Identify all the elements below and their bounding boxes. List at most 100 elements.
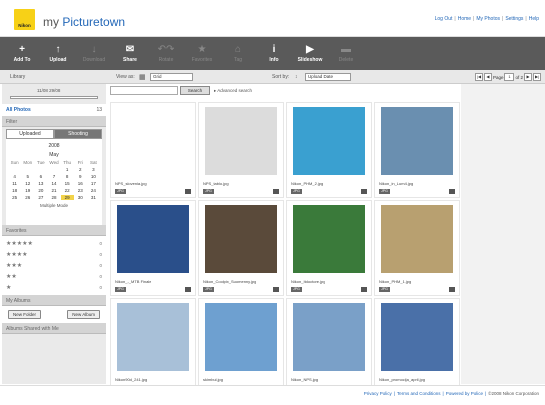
all-photos-item[interactable]: All Photos 13	[2, 104, 106, 116]
help-link[interactable]: Help	[529, 16, 539, 22]
photo-thumbnail[interactable]	[205, 205, 277, 273]
calendar-day[interactable]: 31	[87, 195, 100, 200]
add-to-button[interactable]: + Add To	[4, 37, 40, 70]
calendar-day[interactable]: 28	[47, 195, 60, 200]
calendar-day[interactable]: 10	[87, 174, 100, 179]
favorite-rating-row[interactable]: ★★★ 0	[6, 260, 102, 271]
calendar-day[interactable]: 13	[34, 181, 47, 186]
photo-tile[interactable]: NPS_slovenia.jpg JPG	[110, 102, 196, 198]
photo-thumbnail[interactable]	[381, 107, 453, 175]
calendar-day[interactable]: 5	[21, 174, 34, 179]
calendar-day[interactable]: 25	[8, 195, 21, 200]
info-button[interactable]: i Info	[256, 37, 292, 70]
settings-link[interactable]: Settings	[505, 16, 523, 22]
comment-icon[interactable]	[361, 189, 367, 194]
share-button[interactable]: ✉ Share	[112, 37, 148, 70]
upload-button[interactable]: ↑ Upload	[40, 37, 76, 70]
calendar-day[interactable]: 20	[34, 188, 47, 193]
calendar-day[interactable]: 24	[87, 188, 100, 193]
calendar-day[interactable]: 29	[60, 195, 74, 200]
calendar-day[interactable]: 18	[8, 188, 21, 193]
calendar-day[interactable]: 9	[74, 174, 87, 179]
calendar-day[interactable]: 7	[47, 174, 60, 179]
photo-thumbnail[interactable]	[381, 303, 453, 371]
calendar-day[interactable]: 15	[61, 181, 74, 186]
photo-thumbnail[interactable]	[117, 303, 189, 371]
calendar-day[interactable]: 23	[74, 188, 87, 193]
calendar-day[interactable]: 26	[21, 195, 34, 200]
favorites-button[interactable]: ★ Favorites	[184, 37, 220, 70]
calendar-day[interactable]: 3	[87, 167, 100, 172]
home-link[interactable]: Home	[458, 16, 471, 22]
slideshow-button[interactable]: ▶ Slideshow	[292, 37, 328, 70]
photo-tile[interactable]: Nikon_PHM_1.jpg JPG	[374, 200, 460, 296]
next-page-icon[interactable]: ▶	[524, 73, 532, 81]
calendar-day[interactable]: 2	[74, 167, 87, 172]
photo-tile[interactable]: NPS_tablo.jpg JPG	[198, 102, 284, 198]
photo-thumbnail[interactable]	[293, 303, 365, 371]
page-input[interactable]: 1	[504, 73, 515, 81]
calendar-day[interactable]: 12	[21, 181, 34, 186]
grid-view-icon[interactable]: ▦	[139, 73, 146, 81]
photo-thumbnail[interactable]	[205, 303, 277, 371]
photo-tile[interactable]: Nikon_-_MTB Finale JPG	[110, 200, 196, 296]
search-input[interactable]	[110, 86, 178, 95]
photo-thumbnail[interactable]	[117, 205, 189, 273]
comment-icon[interactable]	[449, 287, 455, 292]
my-photos-link[interactable]: My Photos	[476, 16, 500, 22]
slider-track[interactable]	[10, 96, 98, 99]
sort-icon[interactable]: ↕	[295, 74, 298, 80]
terms-link[interactable]: Terms and Conditions	[397, 391, 441, 396]
comment-icon[interactable]	[185, 287, 191, 292]
calendar-day[interactable]: 22	[61, 188, 74, 193]
favorite-rating-row[interactable]: ★★★★★ 0	[6, 238, 102, 249]
photo-thumbnail[interactable]	[381, 205, 453, 273]
calendar-day[interactable]: 14	[47, 181, 60, 186]
advanced-search-link[interactable]: ▸ Advanced search	[214, 88, 252, 94]
favorite-rating-row[interactable]: ★ 0	[6, 282, 102, 293]
new-album-button[interactable]: New Album	[67, 310, 100, 319]
calendar-day[interactable]: 4	[8, 174, 21, 179]
photo-thumbnail[interactable]	[205, 107, 277, 175]
comment-icon[interactable]	[273, 189, 279, 194]
calendar-day[interactable]: 30	[74, 195, 87, 200]
favorite-rating-row[interactable]: ★★ 0	[6, 271, 102, 282]
sort-select[interactable]: Upload Date	[305, 73, 351, 81]
last-page-icon[interactable]: ▶|	[533, 73, 541, 81]
favorite-rating-row[interactable]: ★★★★ 0	[6, 249, 102, 260]
rotate-button[interactable]: ↶↷ Rotate	[148, 37, 184, 70]
comment-icon[interactable]	[449, 189, 455, 194]
nikon-logo[interactable]: Nikon	[14, 9, 35, 30]
powered-link[interactable]: Powered by Police	[446, 391, 483, 396]
delete-button[interactable]: ▬ Delete	[328, 37, 364, 70]
photo-thumbnail[interactable]	[293, 205, 365, 273]
multiple-mode-link[interactable]: Multiple Mode	[8, 203, 100, 208]
download-button[interactable]: ↓ Download	[76, 37, 112, 70]
search-button[interactable]: Search	[180, 86, 210, 95]
comment-icon[interactable]	[273, 287, 279, 292]
photo-tile[interactable]: Nikon_Itdoctore.jpg JPG	[286, 200, 372, 296]
photo-tile[interactable]: Nikon_NPS.jpgJPG	[286, 298, 372, 394]
calendar-day[interactable]: 6	[34, 174, 47, 179]
view-select[interactable]: Grid	[150, 73, 193, 81]
photo-tile[interactable]: Nikon_in_Lum4.jpg JPG	[374, 102, 460, 198]
photo-thumbnail[interactable]	[117, 107, 189, 175]
photo-tile[interactable]: Nikon_PHM_2.jpg JPG	[286, 102, 372, 198]
tab-uploaded[interactable]: Uploaded	[6, 129, 54, 139]
first-page-icon[interactable]: |◀	[474, 73, 483, 81]
calendar-day[interactable]: 27	[34, 195, 47, 200]
privacy-link[interactable]: Privacy Policy	[364, 391, 392, 396]
comment-icon[interactable]	[361, 287, 367, 292]
calendar-day[interactable]: 8	[61, 174, 74, 179]
prev-page-icon[interactable]: ◀	[483, 73, 492, 81]
calendar-day[interactable]: 17	[87, 181, 100, 186]
tab-shooting[interactable]: Shooting	[54, 129, 102, 139]
photo-tile[interactable]: skimbul.jpgJPG	[198, 298, 284, 394]
calendar-day[interactable]: 16	[74, 181, 87, 186]
calendar-day[interactable]: 1	[61, 167, 74, 172]
comment-icon[interactable]	[185, 189, 191, 194]
calendar-day[interactable]: 19	[21, 188, 34, 193]
calendar-day[interactable]: 21	[47, 188, 60, 193]
calendar-day[interactable]: 11	[8, 181, 21, 186]
photo-tile[interactable]: Nikon_Coolpix_Suomenny.jpg JPG	[198, 200, 284, 296]
